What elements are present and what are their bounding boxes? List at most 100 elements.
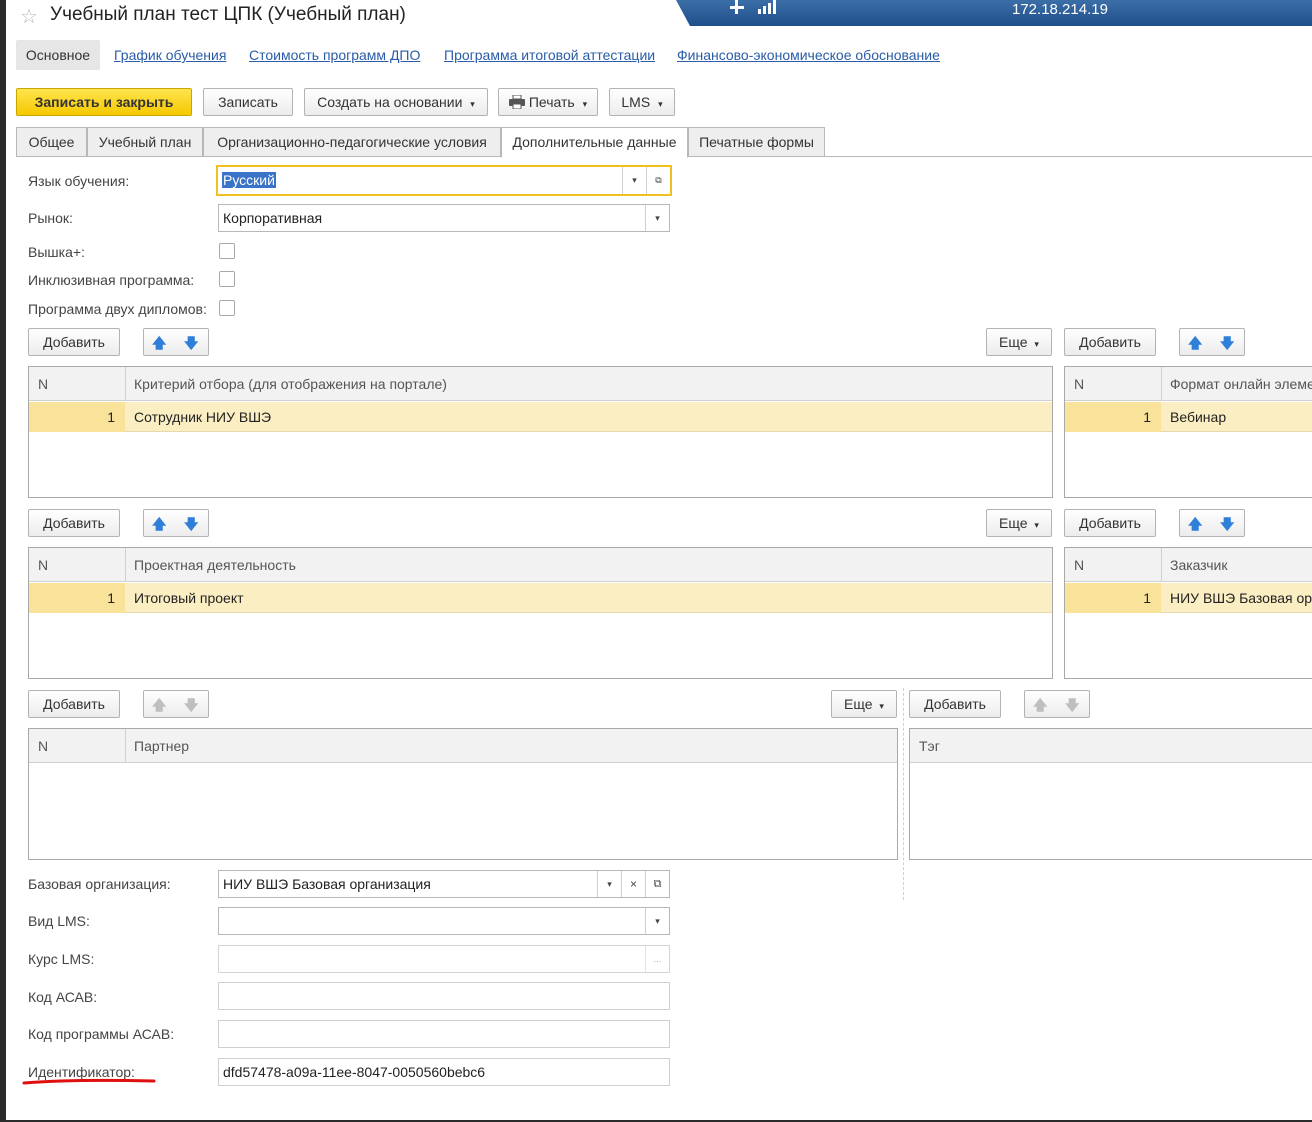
favorite-star-icon[interactable]: ☆: [20, 4, 38, 29]
lms-course-field: ...: [218, 945, 670, 973]
signal-strength-icon: [758, 0, 776, 14]
project-add-button[interactable]: Добавить: [28, 509, 120, 537]
language-field[interactable]: Русский ▾ ⧉: [216, 165, 672, 196]
print-label: Печать: [528, 94, 575, 110]
identifier-field[interactable]: dfd57478-a09a-11ee-8047-0050560bebc6: [218, 1058, 670, 1086]
vyshka-plus-label: Вышка+:: [28, 244, 85, 260]
inclusive-checkbox[interactable]: [219, 271, 235, 287]
partner-add-button[interactable]: Добавить: [28, 690, 120, 718]
asav-program-code-label: Код программы АСАВ:: [28, 1026, 175, 1042]
nav-main[interactable]: Основное: [16, 40, 100, 70]
open-icon[interactable]: ⧉: [646, 167, 670, 194]
lms-button[interactable]: LMS ▾: [609, 88, 675, 116]
inclusive-label: Инклюзивная программа:: [28, 272, 195, 288]
row-value: Вебинар: [1170, 409, 1227, 425]
lms-type-field[interactable]: ▾: [218, 907, 670, 935]
row-number: 1: [107, 409, 115, 425]
clear-icon[interactable]: ×: [621, 871, 645, 897]
customer-add-button[interactable]: Добавить: [1064, 509, 1156, 537]
save-button[interactable]: Записать: [203, 88, 293, 116]
market-value: Корпоративная: [223, 210, 323, 226]
asav-code-field[interactable]: [218, 982, 670, 1010]
table-row[interactable]: 1 Вебинар: [1065, 402, 1312, 432]
customer-move-buttons: 🡅 🡇: [1179, 509, 1245, 537]
col-header-n: N: [38, 738, 49, 754]
base-org-label: Базовая организация:: [28, 876, 171, 892]
base-org-value: НИУ ВШЭ Базовая организация: [223, 876, 431, 892]
vyshka-plus-checkbox[interactable]: [219, 243, 235, 259]
print-button[interactable]: Печать ▾: [498, 88, 598, 116]
save-and-close-button[interactable]: Записать и закрыть: [16, 88, 192, 116]
lms-course-label: Курс LMS:: [28, 951, 95, 967]
arrow-up-icon[interactable]: 🡅: [1188, 514, 1202, 538]
chevron-down-icon: ▾: [658, 99, 663, 109]
base-org-field[interactable]: НИУ ВШЭ Базовая организация ▾ × ⧉: [218, 870, 670, 898]
col-header-project: Проектная деятельность: [134, 557, 296, 573]
col-header-tag: Тэг: [919, 738, 940, 754]
criteria-more-button[interactable]: Еще ▾: [986, 328, 1052, 356]
arrow-down-icon: 🡇: [184, 697, 199, 713]
nav-link-cost[interactable]: Стоимость программ ДПО: [249, 47, 420, 63]
col-header-n: N: [1074, 376, 1085, 392]
arrow-up-icon[interactable]: 🡅: [152, 333, 166, 357]
two-diplomas-label: Программа двух дипломов:: [28, 301, 207, 317]
asav-program-code-field[interactable]: [218, 1020, 670, 1048]
column-divider: [903, 688, 904, 900]
tag-table: Тэг: [909, 728, 1312, 860]
row-value: Итоговый проект: [134, 590, 244, 606]
chevron-down-icon: ▾: [1034, 520, 1039, 530]
col-header-n: N: [38, 376, 49, 392]
row-number: 1: [1143, 409, 1151, 425]
project-more-button[interactable]: Еще ▾: [986, 509, 1052, 537]
chevron-down-icon: ▾: [582, 99, 588, 109]
nav-link-final-attestation[interactable]: Программа итоговой аттестации: [444, 47, 655, 63]
nav-link-schedule[interactable]: График обучения: [114, 47, 226, 63]
format-add-button[interactable]: Добавить: [1064, 328, 1156, 356]
chevron-down-icon[interactable]: ▾: [622, 167, 646, 194]
tab-additional-data[interactable]: Дополнительные данные: [501, 127, 688, 158]
tag-add-button[interactable]: Добавить: [909, 690, 1001, 718]
window-left-border: [0, 0, 6, 1122]
nav-link-financial[interactable]: Финансово-экономическое обоснование: [677, 47, 940, 63]
col-header-n: N: [38, 557, 49, 573]
tag-move-buttons: 🡅 🡇: [1024, 690, 1090, 718]
customer-table: N Заказчик 1 НИУ ВШЭ Базовая ор: [1064, 547, 1312, 679]
arrow-down-icon[interactable]: 🡇: [184, 333, 198, 357]
market-field[interactable]: Корпоративная ▾: [218, 204, 670, 232]
criteria-add-button[interactable]: Добавить: [28, 328, 120, 356]
partner-more-button[interactable]: Еще ▾: [831, 690, 897, 718]
arrow-down-icon[interactable]: 🡇: [1220, 333, 1234, 357]
pin-icon[interactable]: [728, 0, 746, 21]
col-header-partner: Партнер: [134, 738, 190, 754]
arrow-down-icon[interactable]: 🡇: [184, 514, 198, 538]
partner-table: N Партнер: [28, 728, 898, 860]
table-row[interactable]: 1 Сотрудник НИУ ВШЭ: [29, 402, 1052, 432]
partner-move-buttons: 🡅 🡇: [143, 690, 209, 718]
annotation-underline: [22, 1078, 156, 1085]
project-table: N Проектная деятельность 1 Итоговый прое…: [28, 547, 1053, 679]
tab-general[interactable]: Общее: [16, 127, 87, 157]
more-label: Еще: [844, 696, 873, 712]
row-number: 1: [1143, 590, 1151, 606]
arrow-up-icon[interactable]: 🡅: [152, 514, 166, 538]
printer-icon: [508, 94, 525, 110]
window-title: Учебный план тест ЦПК (Учебный план): [50, 4, 406, 25]
open-icon[interactable]: ⧉: [645, 871, 669, 897]
chevron-down-icon[interactable]: ▾: [597, 871, 621, 897]
arrow-down-icon[interactable]: 🡇: [1220, 514, 1234, 538]
more-label: Еще: [999, 515, 1028, 531]
format-move-buttons: 🡅 🡇: [1179, 328, 1245, 356]
ellipsis-icon: ...: [645, 946, 669, 972]
tab-study-plan[interactable]: Учебный план: [87, 127, 203, 157]
two-diplomas-checkbox[interactable]: [219, 300, 235, 316]
table-row[interactable]: 1 Итоговый проект: [29, 583, 1052, 613]
arrow-up-icon[interactable]: 🡅: [1188, 333, 1202, 357]
create-based-on-button[interactable]: Создать на основании ▾: [304, 88, 488, 116]
table-row[interactable]: 1 НИУ ВШЭ Базовая ор: [1065, 583, 1312, 613]
chevron-down-icon[interactable]: ▾: [645, 205, 669, 231]
tab-org-ped-conditions[interactable]: Организационно-педагогические условия: [203, 127, 501, 157]
chevron-down-icon[interactable]: ▾: [645, 908, 669, 934]
tab-print-forms[interactable]: Печатные формы: [688, 127, 825, 157]
col-header-format: Формат онлайн элеме: [1170, 376, 1312, 392]
criteria-table: N Критерий отбора (для отображения на по…: [28, 366, 1053, 498]
